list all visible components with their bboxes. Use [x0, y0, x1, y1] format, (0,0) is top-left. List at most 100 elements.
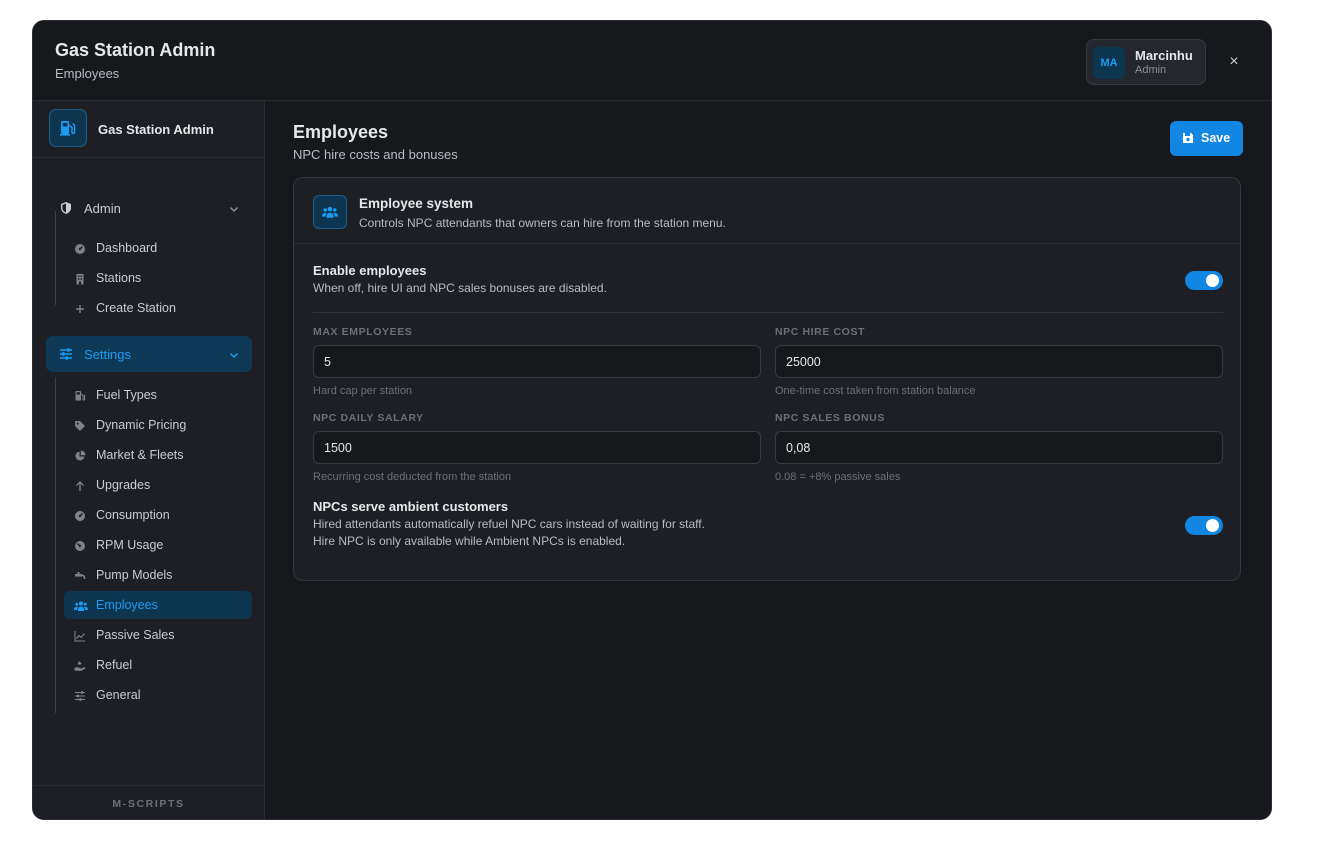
tree-line	[55, 211, 56, 305]
users-icon	[313, 195, 347, 229]
sidebar-item-label: Pump Models	[96, 568, 173, 582]
gauge-icon	[74, 242, 86, 254]
enable-employees-title: Enable employees	[313, 263, 427, 278]
npc-hire-cost-input[interactable]	[775, 345, 1223, 378]
sidebar-item-label: RPM Usage	[96, 538, 164, 552]
ambient-customers-description-line2: Hire NPC is only available while Ambient…	[313, 534, 626, 548]
sidebar-item-label: Consumption	[96, 508, 170, 522]
close-icon: ×	[1229, 53, 1239, 70]
enable-employees-description: When off, hire UI and NPC sales bonuses …	[313, 281, 607, 295]
sidebar-item-passive-sales[interactable]: Passive Sales	[64, 621, 252, 649]
npc-hire-cost-help: One-time cost taken from station balance	[775, 385, 976, 397]
npc-sales-bonus-label: NPC SALES BONUS	[775, 412, 885, 424]
sidebar-group-label: Admin	[84, 201, 121, 216]
sidebar-item-label: General	[96, 688, 141, 702]
sidebar-item-label: Passive Sales	[96, 628, 175, 642]
gas-pump-icon	[49, 109, 87, 147]
line-chart-icon	[74, 629, 86, 642]
tags-icon	[74, 419, 86, 431]
sidebar-group-settings[interactable]: Settings	[46, 336, 252, 372]
page-subtitle: NPC hire costs and bonuses	[293, 147, 458, 162]
ambient-customers-toggle[interactable]	[1185, 516, 1223, 535]
sidebar-group-label: Settings	[84, 347, 131, 362]
tree-line	[55, 377, 56, 713]
max-employees-input[interactable]	[313, 345, 761, 378]
sidebar-item-consumption[interactable]: Consumption	[64, 501, 252, 529]
gauge-icon	[74, 539, 86, 551]
sliders-icon	[59, 347, 73, 361]
toggle-knob	[1206, 274, 1219, 287]
pie-chart-icon	[74, 449, 86, 461]
enable-employees-toggle[interactable]	[1185, 271, 1223, 290]
sidebar-item-label: Stations	[96, 271, 142, 285]
sidebar-item-label: Employees	[96, 598, 158, 612]
sidebar-footer: M-SCRIPTS	[33, 785, 264, 819]
sidebar-item-label: Upgrades	[96, 478, 151, 492]
user-name: Marcinhu	[1135, 48, 1193, 63]
toggle-knob	[1206, 519, 1219, 532]
card-description: Controls NPC attendants that owners can …	[359, 216, 726, 230]
max-employees-label: MAX EMPLOYEES	[313, 326, 413, 338]
sidebar-group-admin[interactable]: Admin	[46, 190, 252, 226]
app-subtitle: Employees	[55, 66, 120, 81]
admin-window: Gas Station Admin Employees MA Marcinhu …	[32, 20, 1272, 820]
arrow-up-icon	[74, 479, 86, 491]
chevron-down-icon	[228, 202, 240, 214]
npc-sales-bonus-help: 0.08 = +8% passive sales	[775, 471, 901, 483]
close-button[interactable]: ×	[1223, 51, 1245, 73]
avatar: MA	[1093, 47, 1125, 79]
gauge-icon	[74, 509, 86, 521]
main-content: Employees NPC hire costs and bonuses Sav…	[265, 101, 1271, 819]
save-button[interactable]: Save	[1170, 121, 1243, 156]
sidebar-item-stations[interactable]: Stations	[64, 264, 252, 292]
ambient-customers-title: NPCs serve ambient customers	[313, 499, 509, 514]
card-title: Employee system	[359, 196, 474, 211]
sidebar-item-general[interactable]: General	[64, 681, 252, 709]
sidebar-item-dashboard[interactable]: Dashboard	[64, 234, 252, 262]
sidebar-item-label: Dynamic Pricing	[96, 418, 187, 432]
sidebar: Gas Station Admin Admin Dashboard Statio…	[33, 101, 265, 819]
building-icon	[74, 272, 86, 285]
ambient-customers-description-line1: Hired attendants automatically refuel NP…	[313, 517, 705, 531]
sidebar-item-employees[interactable]: Employees	[64, 591, 252, 619]
npc-sales-bonus-input[interactable]	[775, 431, 1223, 464]
shield-icon	[59, 201, 73, 215]
sidebar-item-dynamic-pricing[interactable]: Dynamic Pricing	[64, 411, 252, 439]
npc-daily-salary-label: NPC DAILY SALARY	[313, 412, 424, 424]
user-role: Admin	[1135, 64, 1167, 76]
sidebar-item-label: Create Station	[96, 301, 176, 315]
save-button-label: Save	[1201, 131, 1231, 145]
sidebar-item-fuel-types[interactable]: Fuel Types	[64, 381, 252, 409]
npc-daily-salary-input[interactable]	[313, 431, 761, 464]
users-icon	[74, 599, 88, 611]
faucet-icon	[74, 569, 86, 581]
user-chip[interactable]: MA Marcinhu Admin	[1086, 39, 1206, 85]
sidebar-item-upgrades[interactable]: Upgrades	[64, 471, 252, 499]
sidebar-item-label: Fuel Types	[96, 388, 157, 402]
hand-icon	[74, 659, 86, 671]
gas-pump-icon	[74, 389, 86, 401]
sidebar-item-rpm-usage[interactable]: RPM Usage	[64, 531, 252, 559]
npc-hire-cost-label: NPC HIRE COST	[775, 326, 866, 338]
top-bar: Gas Station Admin Employees MA Marcinhu …	[33, 21, 1271, 101]
floppy-disk-icon	[1182, 132, 1194, 144]
chevron-down-icon	[228, 348, 240, 360]
sidebar-item-label: Market & Fleets	[96, 448, 184, 462]
plus-icon	[74, 302, 86, 314]
app-title: Gas Station Admin	[55, 40, 216, 60]
page-title: Employees	[293, 122, 389, 142]
sidebar-item-market-fleets[interactable]: Market & Fleets	[64, 441, 252, 469]
sidebar-item-pump-models[interactable]: Pump Models	[64, 561, 252, 589]
npc-daily-salary-help: Recurring cost deducted from the station	[313, 471, 512, 483]
sidebar-item-label: Refuel	[96, 658, 133, 672]
sidebar-brand-title: Gas Station Admin	[98, 122, 214, 137]
employee-system-card: Employee system Controls NPC attendants …	[293, 177, 1241, 581]
card-header: Employee system Controls NPC attendants …	[294, 178, 1240, 244]
sliders-icon	[74, 689, 86, 701]
sidebar-brand: Gas Station Admin	[33, 101, 264, 158]
divider	[313, 312, 1223, 313]
sidebar-item-label: Dashboard	[96, 241, 158, 255]
sidebar-item-create-station[interactable]: Create Station	[64, 294, 252, 322]
sidebar-item-refuel[interactable]: Refuel	[64, 651, 252, 679]
max-employees-help: Hard cap per station	[313, 385, 413, 397]
